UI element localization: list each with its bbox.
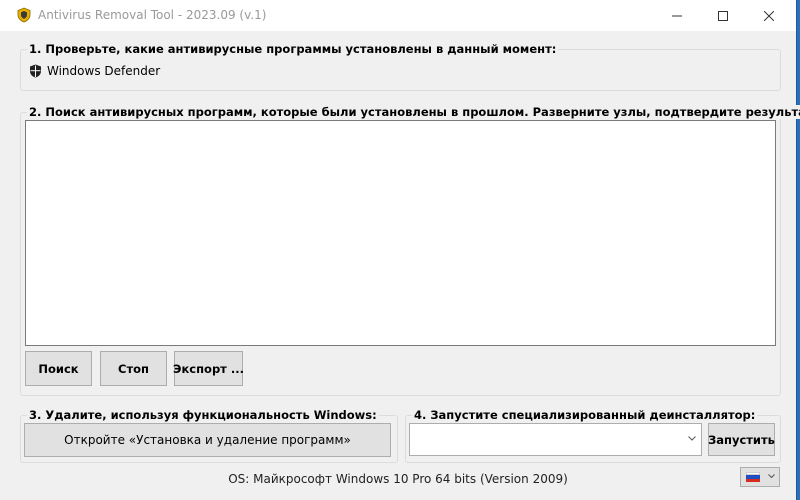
window-title: Antivirus Removal Tool - 2023.09 (v.1) [38, 8, 267, 22]
past-antivirus-title: 2. Поиск антивирусных программ, которые … [27, 105, 800, 119]
minimize-button[interactable] [654, 0, 700, 31]
close-button[interactable] [746, 0, 792, 31]
language-select[interactable] [740, 467, 780, 487]
search-button[interactable]: Поиск [25, 351, 92, 386]
specialized-uninstaller-title: 4. Запустите специализированный деинстал… [412, 408, 758, 422]
export-button[interactable]: Экспорт ... [173, 351, 244, 386]
close-icon [764, 10, 774, 21]
title-bar: Antivirus Removal Tool - 2023.09 (v.1) [0, 0, 796, 31]
installed-antivirus-group: 1. Проверьте, какие антивирусные програм… [20, 42, 781, 91]
os-info: OS: Майкрософт Windows 10 Pro 64 bits (V… [228, 472, 568, 486]
installed-antivirus-item[interactable]: Windows Defender [29, 64, 160, 78]
installed-antivirus-title: 1. Проверьте, какие антивирусные програм… [27, 42, 559, 56]
minimize-icon [672, 15, 682, 16]
chevron-down-icon [768, 474, 775, 479]
run-button[interactable]: Запустить [708, 423, 775, 456]
chevron-down-icon [688, 436, 696, 441]
maximize-icon [718, 10, 728, 21]
windows-uninstall-group: 3. Удалите, используя функциональность W… [20, 408, 398, 463]
russian-flag-icon [746, 472, 760, 482]
windows-defender-shield-icon [30, 64, 41, 78]
installed-antivirus-label: Windows Defender [47, 64, 161, 78]
past-antivirus-group: 2. Поиск антивирусных программ, которые … [20, 105, 800, 396]
specialized-uninstaller-group: 4. Запустите специализированный деинстал… [405, 408, 781, 463]
maximize-button[interactable] [700, 0, 746, 31]
uninstaller-select[interactable] [409, 423, 702, 456]
stop-button[interactable]: Стоп [100, 351, 167, 386]
shield-icon [17, 7, 31, 23]
main-window: Antivirus Removal Tool - 2023.09 (v.1) 1… [0, 0, 800, 500]
open-programs-button[interactable]: Откройте «Установка и удаление программ» [24, 423, 391, 457]
windows-uninstall-title: 3. Удалите, используя функциональность W… [27, 408, 379, 422]
results-tree-view[interactable] [25, 120, 776, 346]
